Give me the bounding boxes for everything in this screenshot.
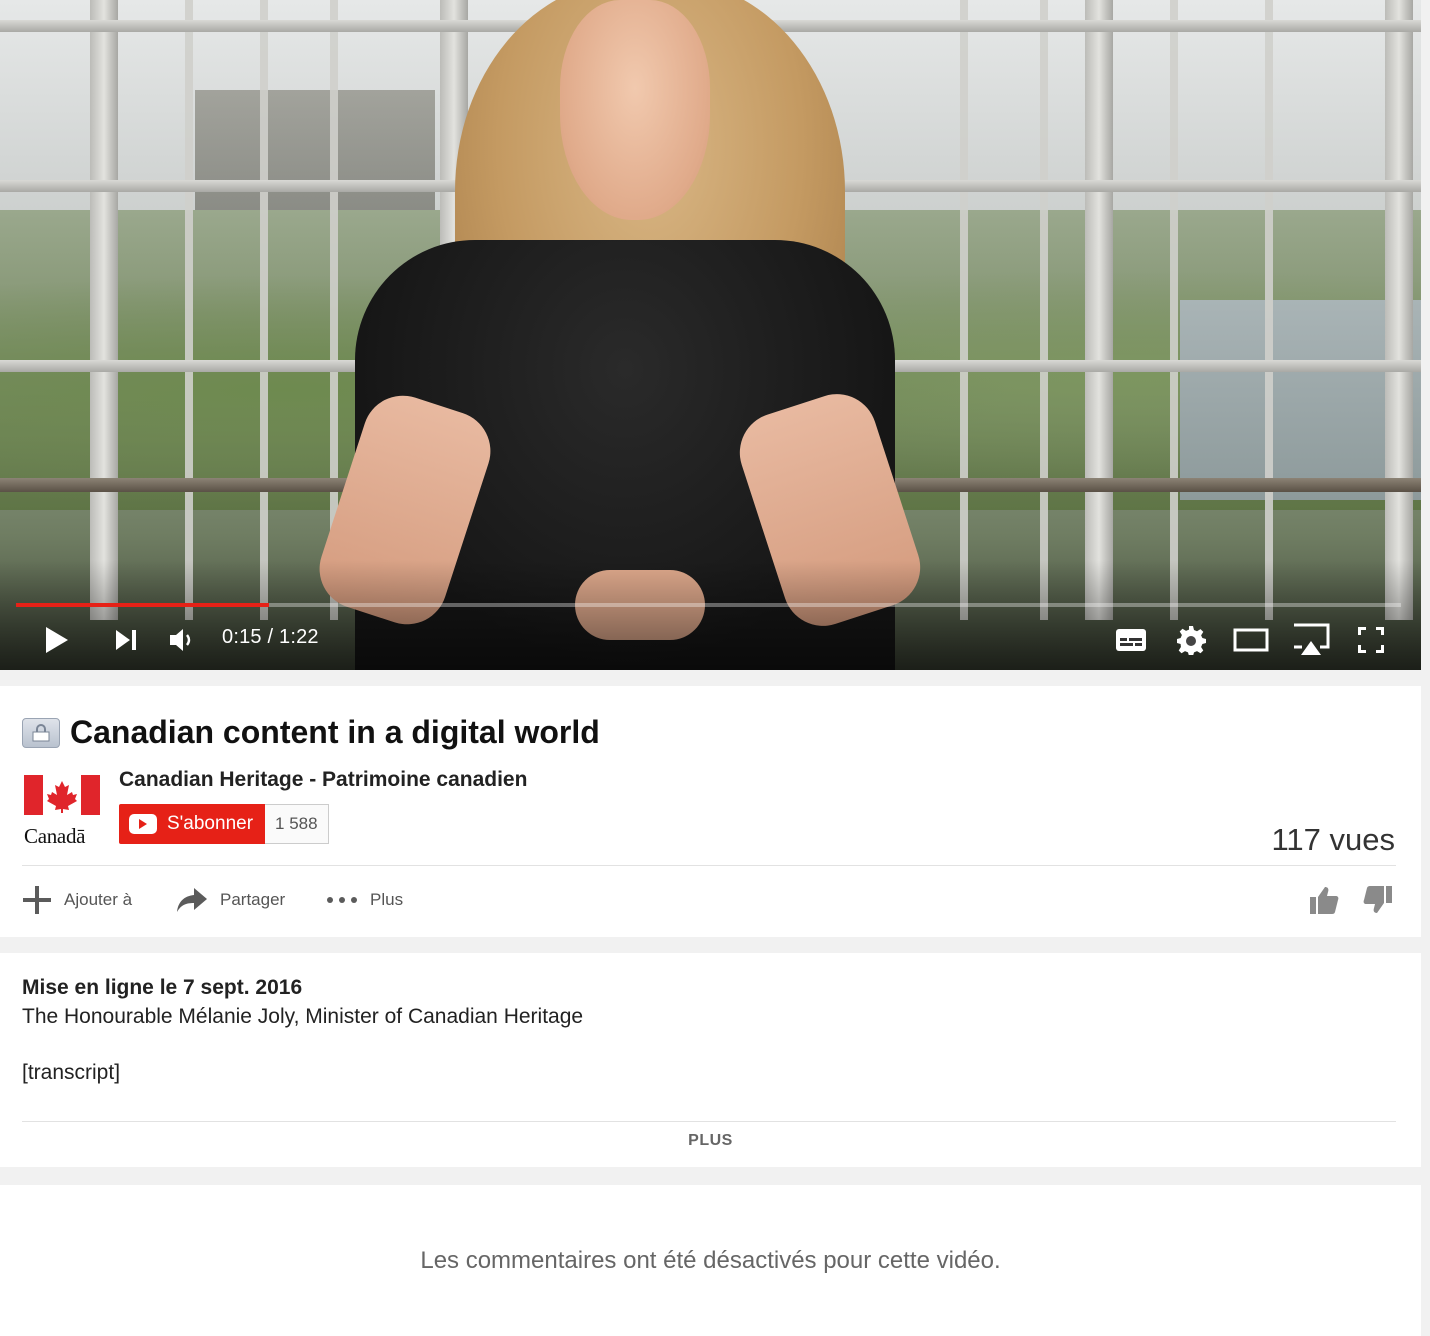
add-to-label: Ajouter à (64, 890, 133, 909)
settings-icon (1177, 626, 1206, 655)
lock-icon (22, 717, 60, 748)
like-button[interactable] (1306, 880, 1342, 920)
subscribe-group: S'abonner 1 588 (119, 804, 329, 844)
subscribe-button[interactable]: S'abonner (119, 804, 266, 844)
more-dots-icon (327, 897, 357, 903)
subscriber-count: 1 588 (265, 804, 329, 844)
divider (22, 1121, 1396, 1122)
window-frame (1385, 0, 1413, 620)
more-actions-button[interactable]: Plus (326, 880, 403, 920)
channel-name[interactable]: Canadian Heritage - Patrimoine canadien (119, 768, 527, 792)
video-title: Canadian content in a digital world (70, 714, 600, 750)
fullscreen-icon (1358, 627, 1384, 653)
play-button[interactable] (36, 620, 76, 660)
add-to-button[interactable]: Ajouter à (22, 880, 132, 920)
subtitles-icon (1116, 629, 1146, 651)
fullscreen-button[interactable] (1350, 620, 1392, 660)
video-title-row: Canadian content in a digital world (22, 714, 600, 751)
window-frame (1170, 0, 1178, 620)
add-icon (23, 886, 51, 914)
like-icon (1310, 887, 1339, 914)
subtitles-button[interactable] (1110, 620, 1152, 660)
canada-wordmark: Canadā (24, 824, 86, 848)
more-actions-label: Plus (370, 890, 404, 909)
next-button[interactable] (106, 620, 146, 660)
channel-avatar[interactable]: Canadā (24, 775, 100, 848)
description-line: [transcript] (22, 1061, 121, 1084)
settings-button[interactable] (1170, 620, 1212, 660)
window-frame (90, 0, 118, 620)
share-icon (177, 888, 207, 912)
theater-mode-icon (1233, 628, 1269, 652)
share-label: Partager (220, 890, 286, 909)
share-button[interactable]: Partager (176, 880, 285, 920)
volume-icon (170, 629, 191, 651)
description-line: The Honourable Mélanie Joly, Minister of… (22, 1005, 584, 1028)
window-frame (1040, 0, 1048, 620)
play-icon (46, 627, 68, 653)
comments-disabled-message: Les commentaires ont été désactivés pour… (420, 1247, 1001, 1274)
theater-mode-button[interactable] (1229, 620, 1273, 660)
canada-flag-icon (24, 775, 100, 815)
youtube-icon (129, 814, 157, 834)
dislike-button[interactable] (1360, 880, 1396, 920)
presenter-face (560, 0, 710, 220)
publish-date: Mise en ligne le 7 sept. 2016 (22, 976, 303, 999)
volume-button[interactable] (162, 620, 202, 660)
window-frame (960, 0, 968, 620)
progress-bar[interactable] (16, 603, 1401, 607)
next-icon (116, 630, 136, 650)
progress-played (16, 603, 270, 607)
divider (22, 865, 1396, 866)
show-more-button[interactable]: PLUS (0, 1132, 1421, 1150)
view-count: 117 vues (1271, 822, 1395, 857)
window-frame (1265, 0, 1273, 620)
video-player[interactable]: 0:15 / 1:22 (0, 0, 1421, 670)
dislike-icon (1363, 886, 1392, 913)
window-frame (260, 0, 268, 620)
time-display: 0:15 / 1:22 (222, 626, 319, 648)
airplay-icon (1294, 623, 1330, 655)
window-frame (185, 0, 193, 620)
airplay-button[interactable] (1288, 620, 1334, 660)
subscribe-label: S'abonner (167, 813, 254, 834)
window-frame (1085, 0, 1113, 620)
